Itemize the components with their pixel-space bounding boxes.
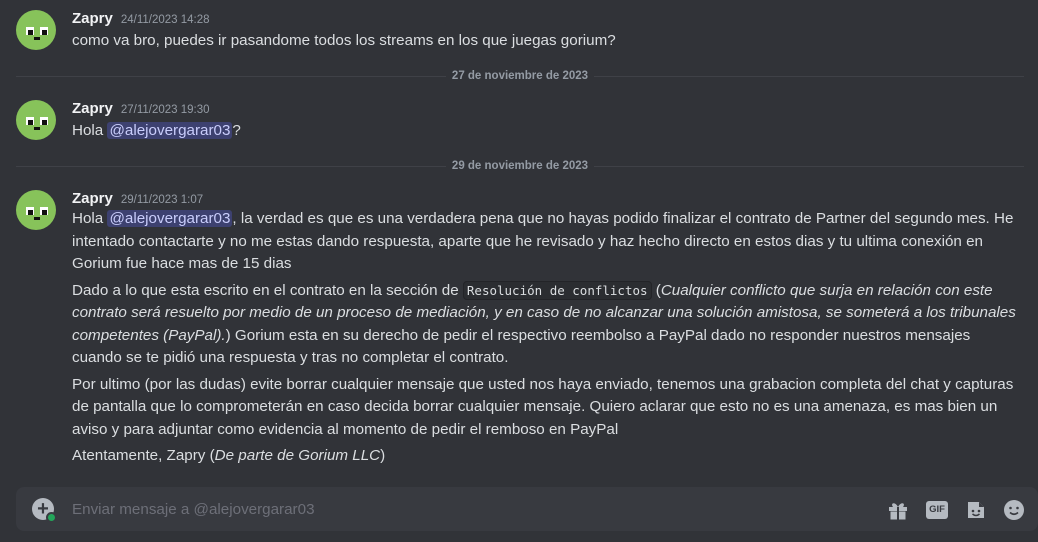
message-paragraph: Hola @alejovergarar03, la verdad es que …: [72, 208, 1022, 276]
emoji-icon-svg: [1004, 500, 1024, 520]
date-divider-label: 29 de noviembre de 2023: [451, 160, 589, 172]
italic-text: De parte de Gorium LLC: [214, 447, 381, 464]
message-text: Hola: [72, 210, 108, 227]
message-1: Zapry 24/11/2023 14:28 como va bro, pued…: [0, 8, 1038, 58]
avatar-pupil: [28, 120, 33, 125]
message-text: Dado a lo que esta escrito en el contrat…: [72, 281, 463, 299]
message-paragraph: Dado a lo que esta escrito en el contrat…: [72, 280, 1022, 370]
divider-line: [16, 165, 446, 167]
message-text: Hola: [72, 122, 108, 139]
message-composer: + GIF: [16, 487, 1038, 531]
divider-line: [594, 165, 1024, 167]
gif-icon[interactable]: GIF: [925, 498, 949, 522]
date-divider: 27 de noviembre de 2023: [16, 68, 1024, 84]
message-paragraph: Por ultimo (por las dudas) evite borrar …: [72, 374, 1022, 442]
username[interactable]: Zapry: [72, 190, 113, 207]
message-2: Zapry 27/11/2023 19:30 Hola @alejovergar…: [0, 98, 1038, 148]
message-header: Zapry 24/11/2023 14:28: [72, 10, 210, 30]
gift-icon[interactable]: [886, 498, 910, 522]
avatar[interactable]: [16, 100, 56, 140]
avatar-pupil: [28, 210, 33, 215]
plus-circle-icon[interactable]: +: [32, 498, 57, 523]
gift-icon-svg: [889, 503, 907, 520]
timestamp: 29/11/2023 1:07: [120, 194, 204, 206]
message-text: ): [380, 447, 386, 464]
emoji-icon[interactable]: [1002, 498, 1026, 522]
message-text: ?: [232, 122, 241, 139]
message-content: como va bro, puedes ir pasandome todos l…: [72, 30, 1022, 53]
inline-code: Resolución de conflictos: [462, 280, 652, 300]
message-text: como va bro, puedes ir pasandome todos l…: [72, 32, 616, 49]
message-text: Por ultimo (por las dudas) evite borrar …: [72, 375, 1014, 438]
message-text: (: [651, 281, 661, 299]
avatar-pupil: [42, 210, 47, 215]
gif-label: GIF: [926, 501, 948, 519]
avatar[interactable]: [16, 10, 56, 50]
avatar-pupil: [28, 30, 33, 35]
message-content: Hola @alejovergarar03, la verdad es que …: [72, 208, 1022, 472]
avatar-pupil: [42, 30, 47, 35]
message-paragraph: Atentamente, Zapry (De parte de Gorium L…: [72, 445, 1022, 468]
timestamp: 27/11/2023 19:30: [120, 104, 210, 116]
avatar[interactable]: [16, 190, 56, 230]
avatar-mouth: [34, 127, 40, 130]
divider-line: [594, 75, 1024, 77]
timestamp: 24/11/2023 14:28: [120, 14, 210, 26]
badge-dot: [46, 512, 57, 523]
divider-line: [16, 75, 446, 77]
avatar-pupil: [42, 120, 47, 125]
message-3: Zapry 29/11/2023 1:07 Hola @alejovergara…: [0, 188, 1038, 468]
date-divider: 29 de noviembre de 2023: [16, 158, 1024, 174]
avatar-mouth: [34, 217, 40, 220]
username[interactable]: Zapry: [72, 10, 113, 27]
message-header: Zapry 27/11/2023 19:30: [72, 100, 210, 120]
message-input[interactable]: [72, 498, 872, 520]
sticker-icon-svg: [968, 502, 984, 518]
message-header: Zapry 29/11/2023 1:07: [72, 190, 203, 210]
date-divider-label: 27 de noviembre de 2023: [451, 70, 589, 82]
message-content: Hola @alejovergarar03?: [72, 120, 1022, 143]
user-mention[interactable]: @alejovergarar03: [107, 210, 233, 227]
sticker-icon[interactable]: [964, 498, 988, 522]
message-text: Atentamente, Zapry (: [72, 447, 215, 464]
user-mention[interactable]: @alejovergarar03: [107, 122, 233, 139]
avatar-mouth: [34, 37, 40, 40]
username[interactable]: Zapry: [72, 100, 113, 117]
